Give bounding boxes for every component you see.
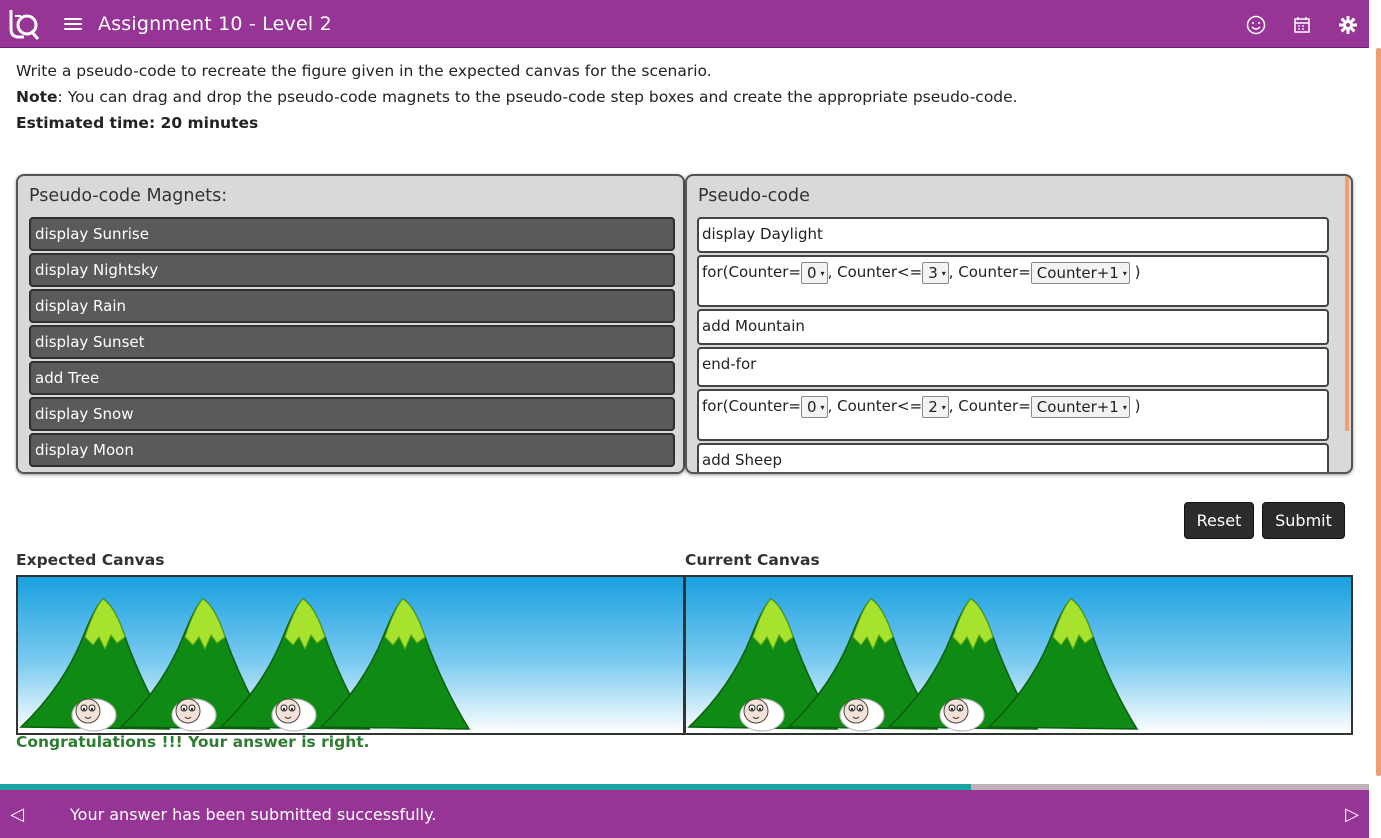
- note-text: : You can drag and drop the pseudo-code …: [57, 88, 1018, 106]
- sheep: [739, 698, 785, 732]
- magnet-display-sunset[interactable]: display Sunset: [29, 325, 675, 359]
- loop2-end-select[interactable]: 2 ▾: [922, 396, 949, 418]
- chevron-down-icon: ▾: [941, 268, 946, 278]
- previous-arrow-icon[interactable]: ◁: [0, 804, 34, 825]
- app-logo-icon[interactable]: [2, 0, 46, 48]
- footer-bar: ◁ Your answer has been submitted success…: [0, 790, 1369, 838]
- magnet-display-nightsky[interactable]: display Nightsky: [29, 253, 675, 287]
- current-canvas-label: Current Canvas: [685, 551, 820, 569]
- next-arrow-icon[interactable]: ▷: [1335, 804, 1369, 825]
- chevron-down-icon: ▾: [1122, 402, 1127, 412]
- step-add-sheep[interactable]: add Sheep: [697, 443, 1329, 472]
- sheep: [271, 698, 317, 732]
- footer-message: Your answer has been submitted successfu…: [70, 804, 437, 824]
- step-end-for[interactable]: end-for: [697, 347, 1329, 387]
- magnet-add-tree[interactable]: add Tree: [29, 361, 675, 395]
- sheep: [71, 698, 117, 732]
- expected-canvas-label: Expected Canvas: [16, 551, 165, 569]
- magnet-display-sunrise[interactable]: display Sunrise: [29, 217, 675, 251]
- settings-gear-icon[interactable]: [1335, 12, 1361, 38]
- hamburger-menu-icon[interactable]: [64, 17, 82, 30]
- reset-button[interactable]: Reset: [1184, 502, 1254, 539]
- step-display-daylight[interactable]: display Daylight: [697, 217, 1329, 253]
- smiley-icon[interactable]: [1243, 12, 1269, 38]
- instruction-line: Write a pseudo-code to recreate the figu…: [16, 62, 712, 80]
- pseudo-code-scrollbar[interactable]: [1345, 176, 1349, 431]
- loop1-end-select[interactable]: 3 ▾: [922, 262, 949, 284]
- chevron-down-icon: ▾: [820, 402, 825, 412]
- magnets-panel-title: Pseudo-code Magnets:: [29, 186, 228, 206]
- estimated-time: Estimated time: 20 minutes: [16, 114, 259, 132]
- loop1-increment-select[interactable]: Counter+1 ▾: [1030, 262, 1130, 284]
- loop2-increment-select[interactable]: Counter+1 ▾: [1030, 396, 1130, 418]
- pseudo-code-panel: Pseudo-code display Daylight for(Counter…: [685, 174, 1353, 474]
- step-add-mountain[interactable]: add Mountain: [697, 309, 1329, 345]
- pseudo-code-panel-title: Pseudo-code: [698, 186, 810, 206]
- calendar-icon[interactable]: [1289, 12, 1315, 38]
- result-message: Congratulations !!! Your answer is right…: [16, 733, 370, 751]
- page-title: Assignment 10 - Level 2: [98, 12, 332, 35]
- current-canvas: [684, 575, 1353, 735]
- note-label: Note: [16, 88, 58, 106]
- chevron-down-icon: ▾: [941, 402, 946, 412]
- magnet-display-rain[interactable]: display Rain: [29, 289, 675, 323]
- chevron-down-icon: ▾: [1122, 268, 1127, 278]
- magnet-display-moon[interactable]: display Moon: [29, 433, 675, 467]
- sheep: [839, 698, 885, 732]
- step-for-loop-2[interactable]: for(Counter= 0 ▾, Counter<= 2 ▾, Counter= Cou…: [697, 389, 1329, 441]
- magnets-panel: Pseudo-code Magnets: display Sunrise dis…: [16, 174, 685, 474]
- sheep: [171, 698, 217, 732]
- step-for-loop-1[interactable]: for(Counter= 0 ▾, Counter<= 3 ▾, Counter= Cou…: [697, 255, 1329, 307]
- page-scrollbar[interactable]: [1376, 48, 1381, 776]
- submit-button[interactable]: Submit: [1262, 502, 1345, 539]
- sheep: [939, 698, 985, 732]
- loop1-start-select[interactable]: 0 ▾: [801, 262, 828, 284]
- chevron-down-icon: ▾: [820, 268, 825, 278]
- instructions: Write a pseudo-code to recreate the figu…: [16, 58, 1018, 136]
- loop2-start-select[interactable]: 0 ▾: [801, 396, 828, 418]
- note-line: Note: You can drag and drop the pseudo-c…: [16, 84, 1018, 110]
- expected-canvas: [16, 575, 685, 735]
- app-header: Assignment 10 - Level 2: [0, 0, 1369, 48]
- magnet-display-snow[interactable]: display Snow: [29, 397, 675, 431]
